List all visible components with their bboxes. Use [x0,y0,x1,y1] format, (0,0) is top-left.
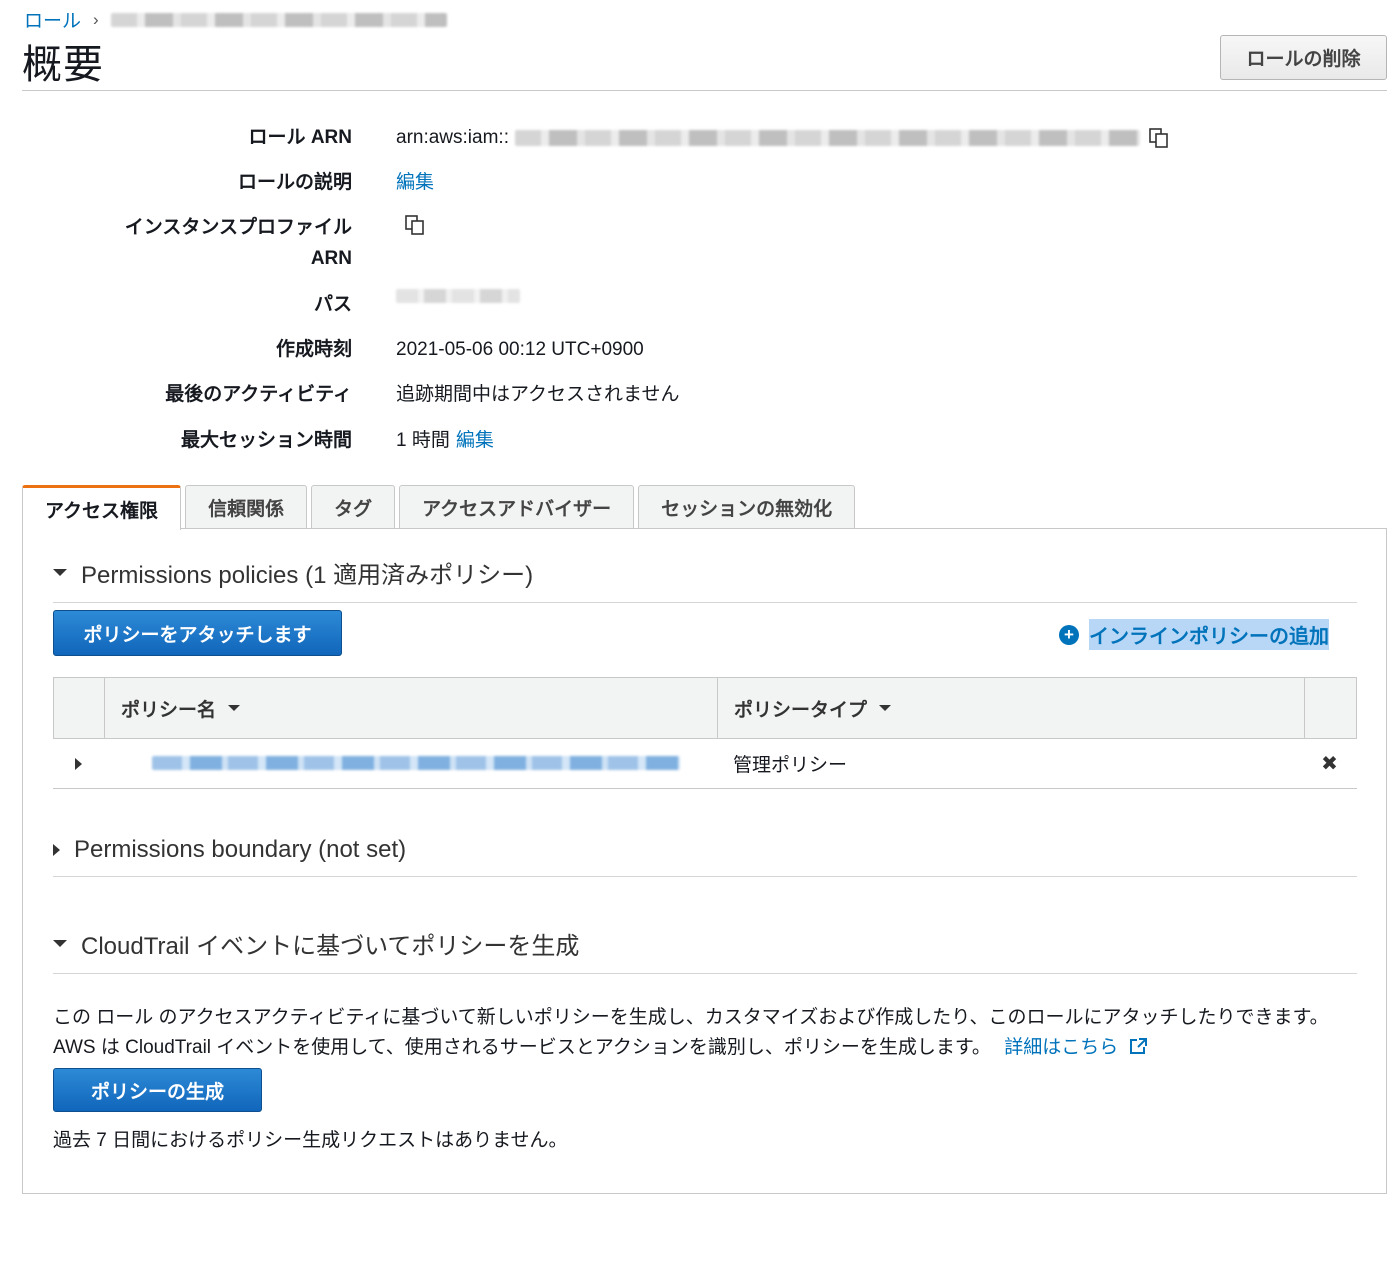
created-value: 2021-05-06 00:12 UTC+0900 [396,339,644,360]
role-description-label: ロールの説明 [237,172,352,193]
permissions-panel: Permissions policies (1 適用済みポリシー) ポリシーをア… [22,528,1387,1194]
table-row: 管理ポリシー ✖ [53,739,1357,789]
breadcrumb-role-name-redacted [110,12,447,27]
expand-column-header [54,678,105,738]
instance-profile-label-line2: ARN [310,248,352,269]
policy-name-redacted[interactable] [152,756,680,771]
instance-profile-value [402,212,428,238]
breadcrumb-roles-link[interactable]: ロール [24,6,81,33]
tab-access-advisor[interactable]: アクセスアドバイザー [399,485,635,529]
policy-name-cell[interactable] [104,755,717,773]
created-label: 作成時刻 [275,339,352,360]
role-arn-prefix: arn:aws:iam:: [396,127,509,148]
last-activity-value: 追跡期間中はアクセスされません [396,384,680,405]
external-link-icon [1129,1038,1147,1054]
policy-name-header-label: ポリシー名 [121,699,217,721]
copy-role-arn-icon[interactable] [1146,125,1172,151]
cloudtrail-description: この ロール のアクセスアクティビティに基づいて新しいポリシーを生成し、カスタマ… [53,1003,1357,1063]
instance-profile-label-line1: インスタンスプロファイル [124,217,352,238]
actions-column-header [1305,678,1356,738]
tab-permissions[interactable]: アクセス権限 [22,485,182,530]
max-session-value: 1 時間 編集 [396,425,494,456]
edit-description-link[interactable]: 編集 [396,167,434,198]
expanded-caret-icon [53,940,67,947]
title-divider [22,90,1387,91]
tab-tags[interactable]: タグ [311,485,396,529]
policy-name-column-header[interactable]: ポリシー名 [105,678,718,738]
cloudtrail-title: CloudTrail イベントに基づいてポリシーを生成 [81,933,580,960]
plus-circle-icon: + [1059,624,1079,645]
role-arn-value: arn:aws:iam:: [396,122,1172,153]
path-value [396,289,520,303]
role-description-value: 編集 [396,167,434,198]
page-title: 概要 [22,43,104,87]
permissions-policies-header[interactable]: Permissions policies (1 適用済みポリシー) [53,555,1357,603]
add-inline-policy-link[interactable]: + インラインポリシーの追加 [1059,619,1329,650]
path-label: パス [313,294,352,315]
edit-max-session-link[interactable]: 編集 [456,425,494,456]
path-redacted [396,289,520,303]
remove-policy-icon[interactable]: ✖ [1304,751,1355,776]
generate-policy-button[interactable]: ポリシーの生成 [53,1068,262,1112]
policies-table: ポリシー名 ポリシータイプ 管理ポリシー ✖ [53,677,1357,789]
breadcrumb: ロール › [24,6,447,33]
no-generation-requests-text: 過去 7 日間におけるポリシー生成リクエストはありません。 [53,1130,568,1151]
max-session-duration: 1 時間 [396,430,450,451]
learn-more-link[interactable]: 詳細はこちら [1004,1037,1147,1058]
policy-type-cell: 管理ポリシー [733,755,848,776]
expand-caret-icon [75,757,82,770]
tab-revoke-sessions[interactable]: セッションの無効化 [638,485,856,529]
tab-bar: アクセス権限 信頼関係 タグ アクセスアドバイザー セッションの無効化 [22,485,856,530]
role-arn-redacted [514,129,1140,146]
policy-type-column-header[interactable]: ポリシータイプ [718,678,1305,738]
tab-trust-relationships[interactable]: 信頼関係 [185,485,308,529]
copy-instance-profile-icon[interactable] [402,212,428,238]
row-expand-toggle[interactable] [53,757,104,770]
permissions-boundary-header[interactable]: Permissions boundary (not set) [53,836,1357,877]
permissions-boundary-title: Permissions boundary (not set) [74,836,407,863]
expanded-caret-icon [53,569,67,576]
attach-policies-button[interactable]: ポリシーをアタッチします [53,610,342,656]
learn-more-label[interactable]: 詳細はこちら [1004,1037,1118,1058]
sort-caret-icon [228,705,241,711]
permissions-policies-title: Permissions policies (1 適用済みポリシー) [81,562,534,589]
delete-role-button[interactable]: ロールの削除 [1220,35,1387,80]
breadcrumb-separator-icon: › [93,9,99,29]
sort-caret-icon [879,705,892,711]
policy-type-header-label: ポリシータイプ [734,699,868,721]
role-arn-label: ロール ARN [248,127,352,148]
instance-profile-label: インスタンスプロファイル ARN [125,212,352,274]
policies-table-header: ポリシー名 ポリシータイプ [53,677,1357,739]
last-activity-label: 最後のアクティビティ [165,384,352,405]
collapsed-caret-icon [53,844,60,856]
add-inline-policy-label[interactable]: インラインポリシーの追加 [1089,619,1329,650]
cloudtrail-header[interactable]: CloudTrail イベントに基づいてポリシーを生成 [53,926,1357,974]
max-session-label: 最大セッション時間 [180,430,352,451]
